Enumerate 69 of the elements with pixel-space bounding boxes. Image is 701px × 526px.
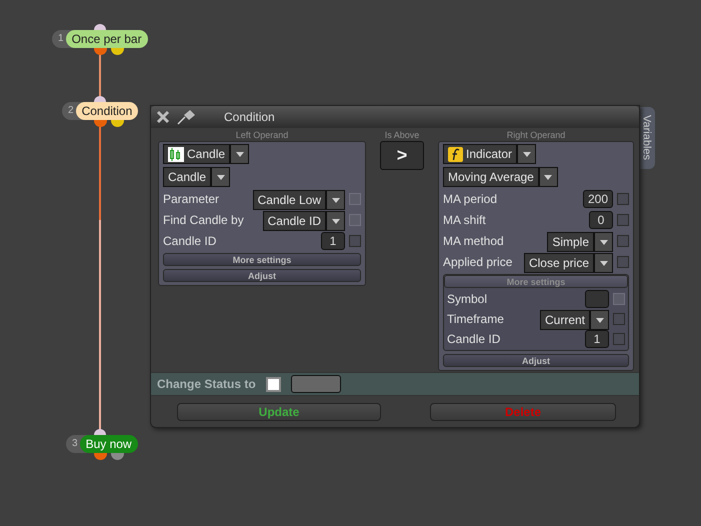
- caret-icon: [544, 174, 552, 180]
- field-label: Candle ID: [447, 332, 502, 346]
- close-icon[interactable]: [156, 110, 170, 124]
- dropdown-arrow-button[interactable]: [230, 144, 250, 164]
- field-label: Candle ID: [163, 234, 218, 248]
- dropdown-arrow-button[interactable]: [590, 310, 609, 330]
- field-label: MA method: [443, 234, 505, 248]
- node-label[interactable]: Condition: [76, 102, 138, 120]
- checkbox[interactable]: [617, 235, 629, 247]
- caret-icon: [332, 218, 340, 224]
- field-label: MA period: [443, 192, 498, 206]
- dropdown[interactable]: Current: [540, 310, 590, 330]
- checkbox[interactable]: [613, 333, 625, 345]
- caret-icon: [522, 152, 531, 156]
- field-label: Timeframe: [447, 312, 505, 326]
- checkbox[interactable]: [617, 256, 629, 268]
- dropdown-arrow-button[interactable]: [594, 253, 613, 273]
- field-label: Symbol: [447, 292, 488, 306]
- function-icon: [448, 146, 463, 162]
- node-label[interactable]: Once per bar: [66, 30, 148, 48]
- settings-button[interactable]: More settings: [163, 253, 361, 266]
- section-caption: Is Above: [384, 130, 420, 141]
- dropdown-arrow-button[interactable]: [594, 232, 613, 252]
- number-field[interactable]: 200: [582, 190, 613, 208]
- input-port[interactable]: [94, 24, 106, 30]
- status-label: Change Status to: [157, 377, 256, 391]
- checkbox[interactable]: [266, 376, 281, 392]
- dropdown-arrow-button[interactable]: [211, 167, 230, 187]
- caret-icon: [332, 198, 340, 202]
- input-port[interactable]: [94, 429, 106, 435]
- checkbox[interactable]: [617, 193, 629, 205]
- update-button[interactable]: Update: [177, 403, 381, 421]
- dropdown-arrow-button[interactable]: [326, 211, 345, 231]
- dropdown[interactable]: Moving Average: [443, 167, 539, 187]
- dropdown-arrow-button[interactable]: [538, 167, 558, 187]
- adjust-button[interactable]: Adjust: [443, 354, 629, 367]
- checkbox[interactable]: [349, 235, 361, 247]
- text-field[interactable]: [585, 290, 609, 308]
- dropdown[interactable]: Indicator: [443, 144, 518, 164]
- node-label[interactable]: Buy now: [80, 435, 138, 453]
- caret-icon: [236, 152, 244, 156]
- number-field[interactable]: 1: [321, 232, 345, 250]
- field-label: Parameter: [163, 192, 220, 206]
- section-caption: Left Operand: [236, 130, 288, 141]
- dropdown-arrow-button[interactable]: [326, 190, 345, 210]
- dropdown[interactable]: Simple: [547, 232, 594, 252]
- status-field[interactable]: [290, 375, 341, 393]
- caret-icon: [216, 174, 225, 180]
- dropdown[interactable]: Candle: [163, 144, 230, 164]
- caret-icon: [600, 260, 608, 266]
- section-caption: Right Operand: [506, 130, 566, 141]
- dialog-title: Condition: [224, 110, 275, 124]
- candlestick-icon: [168, 146, 184, 162]
- dropdown[interactable]: Close price: [524, 253, 594, 273]
- caret-icon: [600, 240, 608, 244]
- comparator-button[interactable]: >: [380, 141, 424, 170]
- pin-icon[interactable]: [176, 109, 196, 125]
- dropdown[interactable]: Candle: [163, 167, 212, 187]
- field-label: MA shift: [443, 213, 487, 227]
- input-port[interactable]: [94, 96, 106, 102]
- checkbox[interactable]: [613, 313, 625, 325]
- number-field[interactable]: 0: [589, 211, 613, 229]
- field-label: Applied price: [443, 255, 514, 269]
- caret-icon: [596, 318, 604, 322]
- settings-button[interactable]: Adjust: [163, 269, 361, 282]
- number-field[interactable]: 1: [585, 330, 609, 348]
- field-label: Find Candle by: [163, 213, 245, 227]
- checkbox[interactable]: [617, 214, 629, 226]
- dropdown-arrow-button[interactable]: [517, 144, 536, 164]
